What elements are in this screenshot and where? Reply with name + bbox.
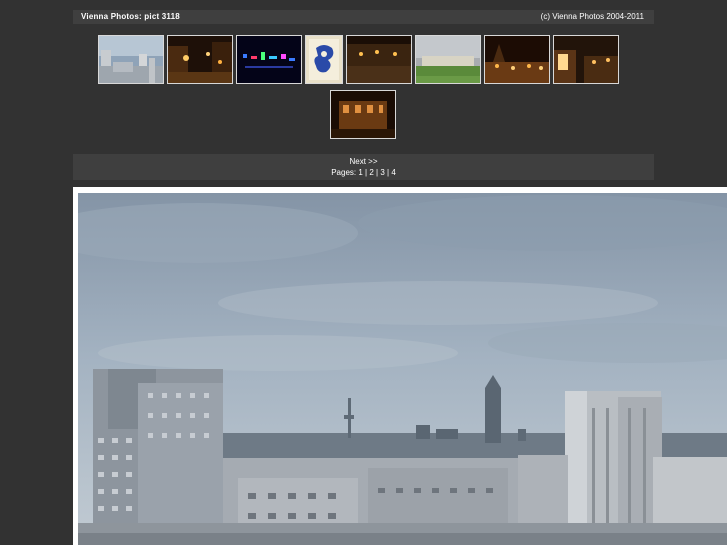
thumbnail-strip bbox=[98, 35, 619, 84]
thumbnail-strip-row-2 bbox=[330, 90, 396, 139]
pagination-bar: Next >> Pages: 1 | 2 | 3 | 4 bbox=[73, 154, 654, 180]
thumbnail-blue-white-sign[interactable] bbox=[305, 35, 343, 84]
thumbnail-cityscape-day[interactable] bbox=[98, 35, 164, 84]
pages-label: Pages: bbox=[331, 168, 357, 177]
pages-list: Pages: 1 | 2 | 3 | 4 bbox=[73, 167, 654, 178]
thumbnail-market-stalls[interactable] bbox=[553, 35, 619, 84]
next-link[interactable]: Next >> bbox=[73, 157, 654, 167]
thumbnail-christmas-market[interactable] bbox=[484, 35, 550, 84]
main-photo-frame bbox=[73, 187, 727, 545]
copyright-text: (c) Vienna Photos 2004-2011 bbox=[540, 12, 644, 21]
gallery-page: Vienna Photos: pict 3118 (c) Vienna Phot… bbox=[0, 0, 727, 545]
thumbnail-night-street[interactable] bbox=[167, 35, 233, 84]
thumbnail-neon-night[interactable] bbox=[236, 35, 302, 84]
thumbnail-night-building[interactable] bbox=[330, 90, 396, 139]
header-bar: Vienna Photos: pict 3118 (c) Vienna Phot… bbox=[73, 10, 654, 24]
page-title: Vienna Photos: pict 3118 bbox=[81, 12, 180, 21]
page-link-4[interactable]: 4 bbox=[391, 168, 395, 177]
thumbnail-night-square[interactable] bbox=[346, 35, 412, 84]
thumbnail-palace-lawn[interactable] bbox=[415, 35, 481, 84]
main-photo bbox=[78, 193, 727, 545]
